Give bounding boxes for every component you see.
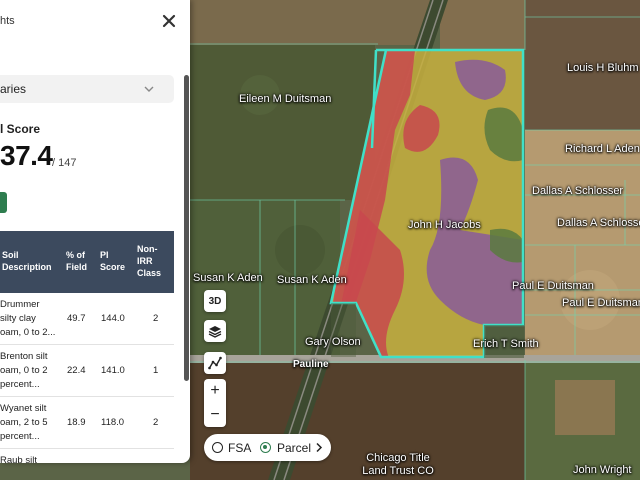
zoom-control: + − — [204, 379, 226, 427]
soil-desc-line: silty clay — [0, 313, 36, 324]
panel-scrollbar[interactable] — [184, 75, 189, 381]
owner-label[interactable]: Paul E Duitsman — [512, 280, 594, 292]
owner-label[interactable]: Louis H Bluhm — [567, 62, 639, 74]
soil-desc-line: Drummer — [0, 299, 40, 310]
3d-toggle-button[interactable]: 3D — [204, 290, 226, 312]
owner-label[interactable]: Susan K Aden — [277, 274, 347, 286]
chevron-right-icon[interactable] — [315, 442, 323, 453]
parcel-radio-label[interactable]: Parcel — [277, 441, 311, 455]
owner-label[interactable]: Dallas A Schlosser — [532, 185, 623, 197]
percent-field-cell: 49.7 — [67, 313, 86, 324]
soil-desc-line: oam, 2 to 5 — [0, 417, 48, 428]
layers-icon — [208, 326, 222, 338]
pi-score-cell: 144.0 — [101, 313, 125, 324]
col-soil-description: Soil Description — [2, 250, 52, 272]
owner-label-line: Land Trust CO — [362, 465, 434, 477]
parcel-source-toggle: FSA Parcel — [204, 434, 331, 461]
owner-label[interactable]: John H Jacobs — [408, 219, 481, 231]
owner-label[interactable]: Gary Olson — [305, 336, 361, 348]
layers-button[interactable] — [204, 320, 226, 342]
pi-score-cell: 141.0 — [101, 365, 125, 376]
measure-button[interactable] — [204, 352, 226, 374]
soil-table-header: Soil Description % of Field PI Score Non… — [0, 231, 174, 293]
owner-label[interactable]: John Wright — [573, 464, 632, 476]
soil-desc-line: percent... — [0, 379, 40, 390]
road-label: Pauline — [293, 359, 329, 370]
owner-label[interactable]: Susan K Aden — [193, 272, 263, 284]
fsa-radio-label[interactable]: FSA — [228, 441, 251, 455]
col-non-irr-class: Non-IRR Class — [137, 244, 162, 278]
table-row[interactable]: Drummer silty clay oam, 0 to 2... 49.7 1… — [0, 293, 174, 345]
action-button[interactable] — [0, 192, 7, 213]
owner-label[interactable]: Richard L Aden — [565, 143, 640, 155]
owner-label[interactable]: Paul E Duitsman — [562, 297, 640, 309]
soil-panel: hts aries l Score 37.4 / 147 Soil Descri… — [0, 0, 190, 463]
percent-field-cell: 22.4 — [67, 365, 86, 376]
measure-icon — [208, 356, 222, 370]
score-label: l Score — [0, 122, 41, 136]
col-pi-score: PI Score — [100, 250, 126, 272]
table-row[interactable]: Wyanet silt oam, 2 to 5 percent... 18.9 … — [0, 397, 174, 449]
soil-desc-line: oam, 0 to 2... — [0, 327, 56, 338]
percent-field-cell: 18.9 — [67, 417, 86, 428]
3d-label: 3D — [208, 295, 222, 307]
class-cell: 1 — [153, 365, 159, 376]
soil-desc-line: Raub silt — [0, 455, 37, 463]
score-total: / 147 — [52, 157, 77, 169]
parcel-radio[interactable] — [260, 442, 271, 453]
layer-select-value: aries — [0, 82, 27, 96]
zoom-out-button[interactable]: − — [204, 403, 226, 427]
owner-label[interactable]: Dallas A Schlosser — [557, 217, 640, 229]
fsa-radio[interactable] — [212, 442, 223, 453]
soil-desc-line: percent... — [0, 431, 40, 442]
owner-label[interactable]: Eileen M Duitsman — [239, 93, 331, 105]
close-icon[interactable] — [160, 12, 178, 30]
class-cell: 2 — [153, 417, 159, 428]
pi-score-cell: 118.0 — [101, 417, 125, 428]
class-cell: 2 — [153, 313, 159, 324]
soil-desc-line: Wyanet silt — [0, 403, 47, 414]
chevron-down-icon — [144, 86, 154, 92]
table-row[interactable]: Brenton silt oam, 0 to 2 percent... 22.4… — [0, 345, 174, 397]
owner-label[interactable]: Chicago Title Land Trust CO — [362, 452, 434, 478]
soil-desc-line: oam, 0 to 2 — [0, 365, 48, 376]
col-percent-field: % of Field — [66, 250, 88, 272]
layer-select[interactable]: aries — [0, 75, 174, 103]
owner-label-line: Chicago Title — [366, 452, 430, 464]
score-value: 37.4 — [0, 140, 53, 171]
panel-title: hts — [0, 15, 15, 27]
zoom-in-button[interactable]: + — [204, 379, 226, 403]
owner-label[interactable]: Erich T Smith — [473, 338, 539, 350]
table-row[interactable]: Raub silt — [0, 449, 174, 463]
soil-desc-line: Brenton silt — [0, 351, 48, 362]
